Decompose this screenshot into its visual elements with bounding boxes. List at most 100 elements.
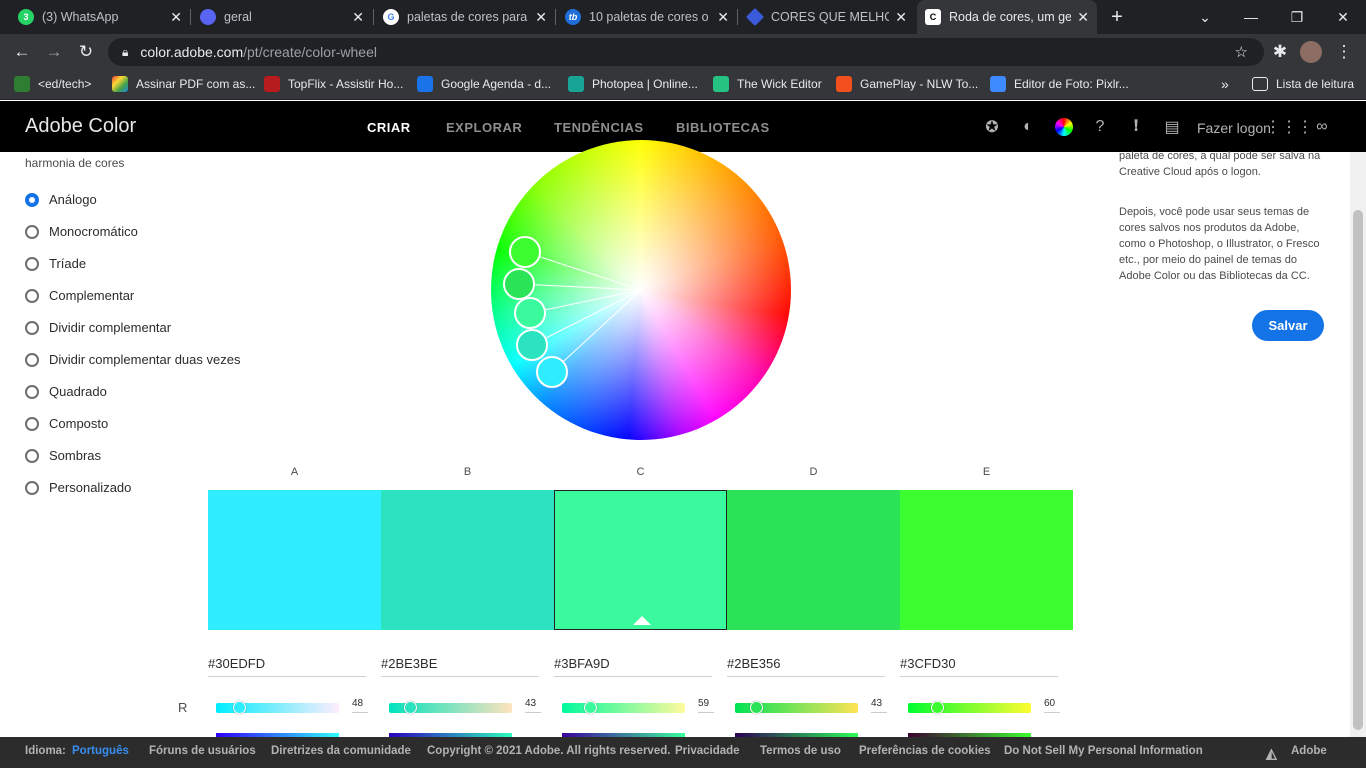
red-value-a[interactable]: 48 <box>352 698 363 709</box>
minimize-button[interactable]: — <box>1228 0 1274 34</box>
bookmark-item[interactable]: GamePlay - NLW To... <box>836 70 978 98</box>
tab-discord[interactable]: geral ✕ <box>192 0 372 34</box>
radio-button[interactable] <box>25 320 39 335</box>
hex-input-c[interactable]: #3BFA9D <box>554 656 712 677</box>
language-selector[interactable]: Português <box>72 745 129 757</box>
footer-adobe[interactable]: Adobe <box>1291 745 1327 757</box>
red-value-c[interactable]: 59 <box>698 698 709 709</box>
bookmark-item[interactable]: Photopea | Online... <box>568 70 698 98</box>
tab-search-icon[interactable]: ⌄ <box>1182 0 1228 34</box>
radio-personalizado[interactable]: Personalizado <box>25 480 131 495</box>
menu-icon[interactable]: ⋮ <box>1332 40 1356 64</box>
contrast-icon[interactable]: ◐ <box>1018 117 1038 137</box>
nav-explorar[interactable]: EXPLORAR <box>446 120 522 135</box>
color-wheel-icon[interactable] <box>1054 117 1074 137</box>
handle-c[interactable] <box>514 297 546 329</box>
bookmark-star-icon[interactable]: ☆ <box>1235 43 1248 61</box>
radio-button[interactable] <box>25 224 39 239</box>
hex-input-b[interactable]: #2BE3BE <box>381 656 539 677</box>
slider-knob[interactable] <box>584 701 598 714</box>
red-slider-e[interactable] <box>908 701 1031 714</box>
red-slider-c[interactable] <box>562 701 685 714</box>
close-window-button[interactable]: ✕ <box>1320 0 1366 34</box>
bookmark-item[interactable]: Assinar PDF com as... <box>112 70 255 98</box>
tab-whatsapp[interactable]: 3 (3) WhatsApp ✕ <box>10 0 190 34</box>
brand-logo[interactable]: Adobe Color <box>25 115 136 138</box>
footer-link-guidelines[interactable]: Diretrizes da comunidade <box>271 745 411 757</box>
nav-bibliotecas[interactable]: BIBLIOTECAS <box>676 120 770 135</box>
feedback-icon[interactable]: ❗︎ <box>1126 117 1146 137</box>
wheel-handles[interactable] <box>491 140 791 440</box>
slider-knob[interactable] <box>930 701 944 714</box>
radio-button[interactable] <box>25 480 39 495</box>
tab-paletas[interactable]: tb 10 paletas de cores o ✕ <box>557 0 737 34</box>
nav-criar[interactable]: CRIAR <box>367 120 411 135</box>
red-value-b[interactable]: 43 <box>525 698 536 709</box>
red-slider-b[interactable] <box>389 701 512 714</box>
restore-button[interactable]: ❐ <box>1274 0 1320 34</box>
extensions-icon[interactable]: ✱ <box>1268 40 1292 64</box>
handle-a[interactable] <box>536 356 568 388</box>
hex-input-a[interactable]: #30EDFD <box>208 656 366 677</box>
radio-dividir-complementar-duas-vezes[interactable]: Dividir complementar duas vezes <box>25 352 240 367</box>
radio-dividir-complementar[interactable]: Dividir complementar <box>25 320 171 335</box>
handle-e[interactable] <box>509 236 541 268</box>
more-bookmarks-button[interactable]: » <box>1221 70 1229 98</box>
radio-analogo[interactable]: Análogo <box>25 192 97 207</box>
close-tab-icon[interactable]: ✕ <box>717 9 729 26</box>
slider-knob[interactable] <box>403 701 417 714</box>
radio-button[interactable] <box>25 288 39 303</box>
radio-button[interactable] <box>25 192 39 207</box>
radio-button[interactable] <box>25 352 39 367</box>
handle-d[interactable] <box>503 268 535 300</box>
slider-knob[interactable] <box>749 701 763 714</box>
close-tab-icon[interactable]: ✕ <box>535 9 547 26</box>
footer-link-terms[interactable]: Termos de uso <box>760 745 841 757</box>
close-tab-icon[interactable]: ✕ <box>895 9 907 26</box>
red-slider-d[interactable] <box>735 701 858 714</box>
swatch-c[interactable] <box>554 490 727 630</box>
footer-link-do-not-sell[interactable]: Do Not Sell My Personal Information <box>1004 745 1203 757</box>
creative-cloud-icon[interactable]: ∞ <box>1312 117 1332 137</box>
swatch-b[interactable] <box>381 490 554 630</box>
reading-list-button[interactable]: Lista de leitura <box>1252 70 1354 98</box>
profile-avatar[interactable] <box>1300 41 1322 63</box>
scrollbar-thumb[interactable] <box>1353 210 1363 730</box>
hex-input-e[interactable]: #3CFD30 <box>900 656 1058 677</box>
radio-sombras[interactable]: Sombras <box>25 448 101 463</box>
radio-monocromatico[interactable]: Monocromático <box>25 224 138 239</box>
radio-quadrado[interactable]: Quadrado <box>25 384 107 399</box>
bookmark-item[interactable]: The Wick Editor <box>713 70 822 98</box>
slider-knob[interactable] <box>233 701 247 714</box>
close-tab-icon[interactable]: ✕ <box>1077 9 1089 26</box>
bookmark-item[interactable]: Google Agenda - d... <box>417 70 551 98</box>
address-bar[interactable]: 🔒︎ color.adobe.com/pt/create/color-wheel… <box>108 38 1264 66</box>
apps-grid-icon[interactable]: ⋮⋮⋮ <box>1265 117 1313 137</box>
bookmark-item[interactable]: Editor de Foto: Pixlr... <box>990 70 1129 98</box>
radio-complementar[interactable]: Complementar <box>25 288 134 303</box>
footer-link-privacy[interactable]: Privacidade <box>675 745 740 757</box>
radio-button[interactable] <box>25 416 39 431</box>
red-slider-a[interactable] <box>216 701 339 714</box>
back-button[interactable]: ← <box>10 40 34 64</box>
bookmark-item[interactable]: <ed/tech> <box>14 70 91 98</box>
footer-link-forums[interactable]: Fóruns de usuários <box>149 745 256 757</box>
new-tab-button[interactable]: + <box>1097 0 1137 34</box>
page-scrollbar[interactable] <box>1350 152 1366 737</box>
bookmark-item[interactable]: TopFlix - Assistir Ho... <box>264 70 403 98</box>
login-link[interactable]: Fazer logon <box>1197 120 1271 136</box>
chat-icon[interactable]: ▤ <box>1162 117 1182 137</box>
swatch-e[interactable] <box>900 490 1073 630</box>
radio-button[interactable] <box>25 256 39 271</box>
radio-triade[interactable]: Tríade <box>25 256 86 271</box>
swatch-d[interactable] <box>727 490 900 630</box>
star-icon[interactable]: ✪ <box>982 117 1002 137</box>
radio-button[interactable] <box>25 384 39 399</box>
hex-input-d[interactable]: #2BE356 <box>727 656 885 677</box>
forward-button[interactable]: → <box>42 40 66 64</box>
handle-b[interactable] <box>516 329 548 361</box>
radio-composto[interactable]: Composto <box>25 416 108 431</box>
reload-button[interactable]: ↻ <box>74 40 98 64</box>
red-value-d[interactable]: 43 <box>871 698 882 709</box>
radio-button[interactable] <box>25 448 39 463</box>
